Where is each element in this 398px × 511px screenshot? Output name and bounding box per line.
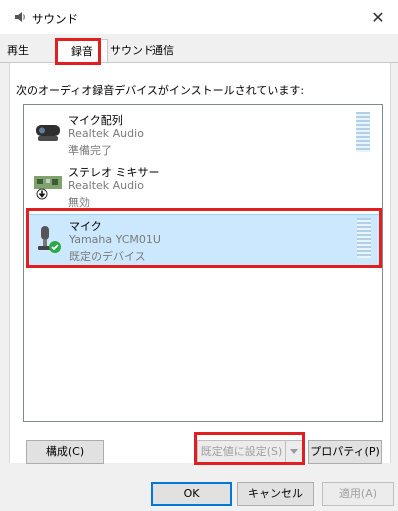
instruction-text: 次のオーディオ録音デバイスがインストールされています:	[16, 84, 305, 97]
device-driver: Realtek Audio	[68, 179, 144, 192]
device-item[interactable]: マイク配列 Realtek Audio 準備完了	[26, 109, 378, 159]
title-bar: サウンド ✕	[0, 0, 398, 34]
tab-recording[interactable]: 録音	[56, 39, 108, 64]
speaker-icon	[15, 12, 25, 22]
level-meter	[356, 112, 370, 152]
cancel-button[interactable]: キャンセル	[237, 482, 314, 506]
device-name: マイク配列	[68, 114, 123, 127]
window-title: サウンド	[32, 12, 78, 26]
device-status: 準備完了	[68, 144, 112, 157]
device-driver: Realtek Audio	[68, 127, 144, 140]
webcam-microphone-icon	[36, 125, 60, 141]
device-item-selected[interactable]: マイク Yamaha YCM01U 既定のデバイス	[26, 214, 380, 266]
tab-playback[interactable]: 再生	[3, 41, 33, 61]
sound-card-icon	[34, 176, 62, 200]
device-item[interactable]: ステレオ ミキサー Realtek Audio 無効	[26, 161, 378, 211]
configure-button[interactable]: 構成(C)	[26, 440, 104, 464]
ok-button[interactable]: OK	[151, 482, 232, 506]
device-status: 無効	[68, 196, 90, 209]
tab-communications[interactable]: 通信	[148, 41, 178, 61]
set-default-dropdown-button[interactable]	[285, 440, 303, 464]
device-name: ステレオ ミキサー	[68, 166, 160, 179]
device-name: マイク	[69, 220, 102, 233]
device-driver: Yamaha YCM01U	[69, 233, 161, 246]
tab-strip: 再生 録音 サウンド 通信	[0, 39, 398, 64]
properties-button[interactable]: プロパティ(P)	[308, 440, 382, 464]
set-default-button[interactable]: 既定値に設定(S)	[197, 440, 286, 464]
chevron-down-icon	[290, 449, 298, 454]
desk-microphone-icon	[38, 226, 61, 253]
device-list[interactable]: マイク配列 Realtek Audio 準備完了 ステレオ ミキサー Realt…	[23, 104, 383, 422]
device-status: 既定のデバイス	[69, 250, 146, 263]
apply-button[interactable]: 適用(A)	[322, 482, 394, 506]
close-button[interactable]: ✕	[364, 6, 392, 30]
level-meter	[357, 218, 371, 258]
